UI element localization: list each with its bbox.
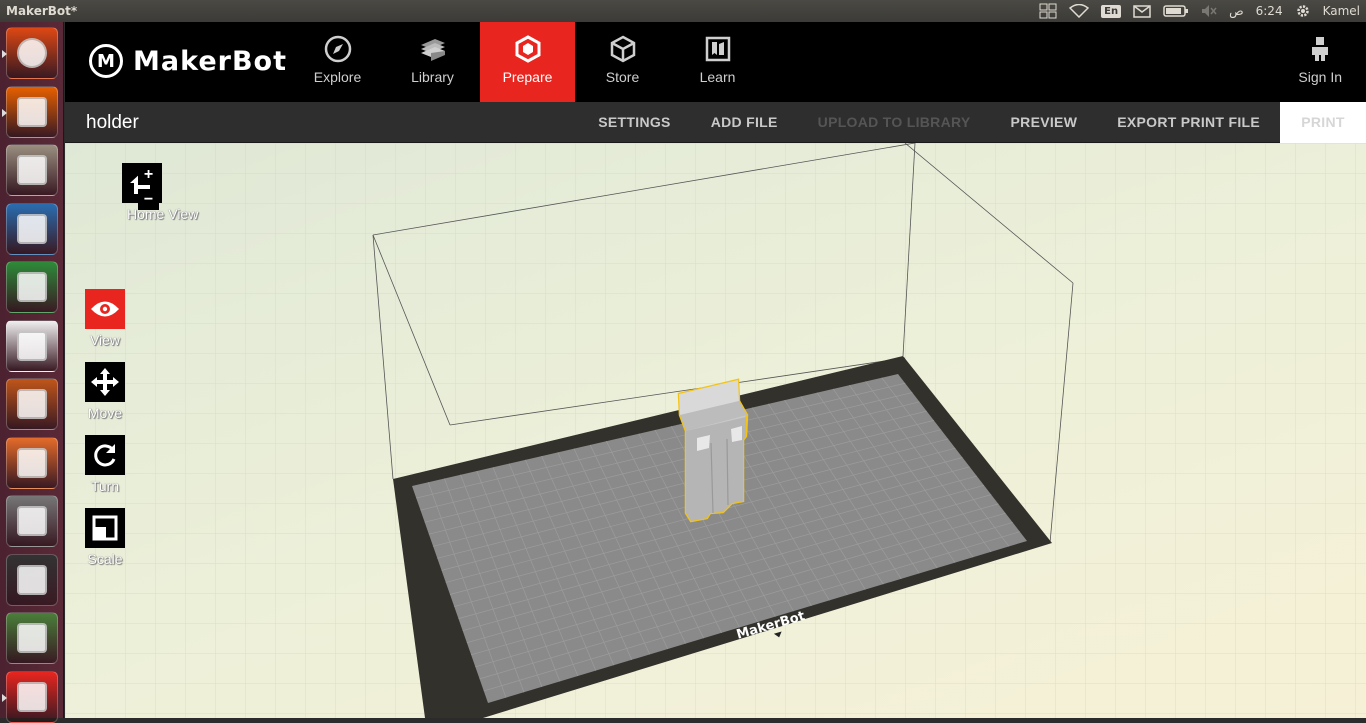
makerbot-launcher-item[interactable] bbox=[2, 670, 58, 723]
keyboard-layout-indicator[interactable]: En bbox=[1101, 4, 1122, 18]
terminal-launcher-item[interactable] bbox=[6, 553, 58, 606]
running-indicator bbox=[2, 693, 7, 702]
makerbot-app: M MakerBot Explore Library Prepare Store bbox=[65, 22, 1366, 718]
amazon-launcher-item[interactable] bbox=[6, 319, 58, 372]
impress-icon bbox=[17, 389, 47, 419]
print-button[interactable]: PRINT bbox=[1280, 102, 1366, 143]
software-center-launcher-item[interactable] bbox=[6, 436, 58, 489]
workspaces-icon[interactable] bbox=[1039, 3, 1057, 19]
system-settings-icon bbox=[17, 506, 47, 536]
terminal-icon bbox=[17, 564, 47, 595]
turn-tool: Turn bbox=[85, 435, 125, 494]
ubuntu-dash-launcher-item[interactable] bbox=[2, 27, 58, 79]
files-icon bbox=[17, 155, 47, 185]
window-title: MakerBot* bbox=[6, 4, 78, 18]
turn-button[interactable] bbox=[85, 435, 125, 475]
updater-launcher-item[interactable] bbox=[6, 612, 58, 664]
ubuntu-launcher bbox=[0, 22, 64, 723]
prepare-toolbar: holder SETTINGS ADD FILE UPLOAD TO LIBRA… bbox=[65, 102, 1366, 143]
mail-icon[interactable] bbox=[1133, 4, 1151, 18]
running-indicator bbox=[2, 50, 7, 58]
makerbot-icon bbox=[17, 681, 47, 712]
move-arrows-icon bbox=[91, 368, 119, 396]
turn-label: Turn bbox=[90, 478, 120, 494]
prepare-icon bbox=[515, 35, 540, 63]
makerbot-logo[interactable]: M MakerBot bbox=[89, 44, 287, 78]
writer-icon bbox=[17, 213, 47, 244]
clock[interactable]: 6:24 bbox=[1256, 4, 1283, 18]
nav-store-label: Store bbox=[605, 69, 640, 85]
brand-name: MakerBot bbox=[133, 45, 287, 77]
scale-button[interactable] bbox=[85, 508, 125, 548]
learn-icon bbox=[705, 36, 730, 62]
impress-launcher-item[interactable] bbox=[6, 378, 58, 430]
system-settings-launcher-item[interactable] bbox=[6, 495, 58, 547]
preview-button[interactable]: PREVIEW bbox=[991, 102, 1098, 143]
move-button[interactable] bbox=[85, 362, 125, 402]
nav-library-label: Library bbox=[411, 69, 454, 85]
battery-icon[interactable] bbox=[1163, 5, 1189, 17]
nav-prepare[interactable]: Prepare bbox=[480, 22, 575, 102]
nav-store[interactable]: Store bbox=[575, 22, 670, 102]
3d-viewport[interactable]: MakerBot Home View + − View Move Turn Sc… bbox=[65, 143, 1366, 718]
system-top-panel: MakerBot* En ص 6:24 Kamel bbox=[0, 0, 1366, 22]
eye-icon bbox=[91, 301, 119, 317]
rotate-icon bbox=[94, 444, 116, 467]
nav-prepare-label: Prepare bbox=[502, 69, 553, 85]
user-icon bbox=[1312, 37, 1329, 61]
file-name: holder bbox=[86, 112, 139, 133]
model-holder[interactable] bbox=[677, 378, 749, 523]
nav-learn-label: Learn bbox=[699, 69, 736, 85]
compass-icon bbox=[324, 35, 351, 63]
scale-icon bbox=[92, 515, 118, 541]
running-indicator bbox=[2, 108, 7, 117]
calc-launcher-item[interactable] bbox=[6, 261, 58, 313]
scale-label: Scale bbox=[87, 551, 123, 567]
settings-button[interactable]: SETTINGS bbox=[578, 102, 690, 143]
add-file-button[interactable]: ADD FILE bbox=[691, 102, 798, 143]
nav-explore-label: Explore bbox=[313, 69, 362, 85]
view-button[interactable] bbox=[85, 289, 125, 329]
main-nav: Explore Library Prepare Store Learn bbox=[290, 22, 765, 102]
scale-tool: Scale bbox=[85, 508, 125, 567]
writer-launcher-item[interactable] bbox=[6, 202, 58, 255]
updater-icon bbox=[17, 623, 47, 653]
wifi-icon[interactable] bbox=[1069, 4, 1090, 18]
build-scene: MakerBot bbox=[65, 143, 1366, 718]
toolbar-actions: SETTINGS ADD FILE UPLOAD TO LIBRARY PREV… bbox=[578, 102, 1366, 143]
store-icon bbox=[610, 35, 635, 63]
system-tray: En ص 6:24 Kamel bbox=[1039, 0, 1360, 22]
app-header: M MakerBot Explore Library Prepare Store bbox=[65, 22, 1366, 102]
zoom-in-button[interactable]: + bbox=[138, 164, 159, 185]
firefox-icon bbox=[17, 96, 47, 127]
software-center-icon bbox=[17, 447, 47, 478]
firefox-launcher-item[interactable] bbox=[2, 85, 58, 138]
sign-in-label: Sign In bbox=[1298, 69, 1342, 85]
view-tool: View bbox=[85, 289, 125, 348]
move-tool: Move bbox=[85, 362, 125, 421]
nav-library[interactable]: Library bbox=[385, 22, 480, 102]
view-label: View bbox=[89, 332, 121, 348]
am-pm-indicator: ص bbox=[1229, 4, 1244, 18]
export-print-file-button[interactable]: EXPORT PRINT FILE bbox=[1097, 102, 1280, 143]
nav-learn[interactable]: Learn bbox=[670, 22, 765, 102]
move-label: Move bbox=[87, 405, 123, 421]
sound-muted-icon[interactable] bbox=[1201, 4, 1217, 18]
calc-icon bbox=[17, 272, 47, 302]
zoom-out-button[interactable]: − bbox=[138, 189, 159, 210]
upload-to-library-button[interactable]: UPLOAD TO LIBRARY bbox=[798, 102, 991, 143]
library-icon bbox=[420, 39, 445, 61]
makerbot-logo-icon: M bbox=[89, 44, 123, 78]
files-launcher-item[interactable] bbox=[6, 144, 58, 196]
settings-gear-icon[interactable] bbox=[1295, 3, 1311, 19]
ubuntu-dash-icon bbox=[17, 38, 47, 68]
user-name[interactable]: Kamel bbox=[1323, 4, 1360, 18]
nav-explore[interactable]: Explore bbox=[290, 22, 385, 102]
amazon-icon bbox=[17, 330, 47, 361]
sign-in-button[interactable]: Sign In bbox=[1298, 22, 1342, 102]
